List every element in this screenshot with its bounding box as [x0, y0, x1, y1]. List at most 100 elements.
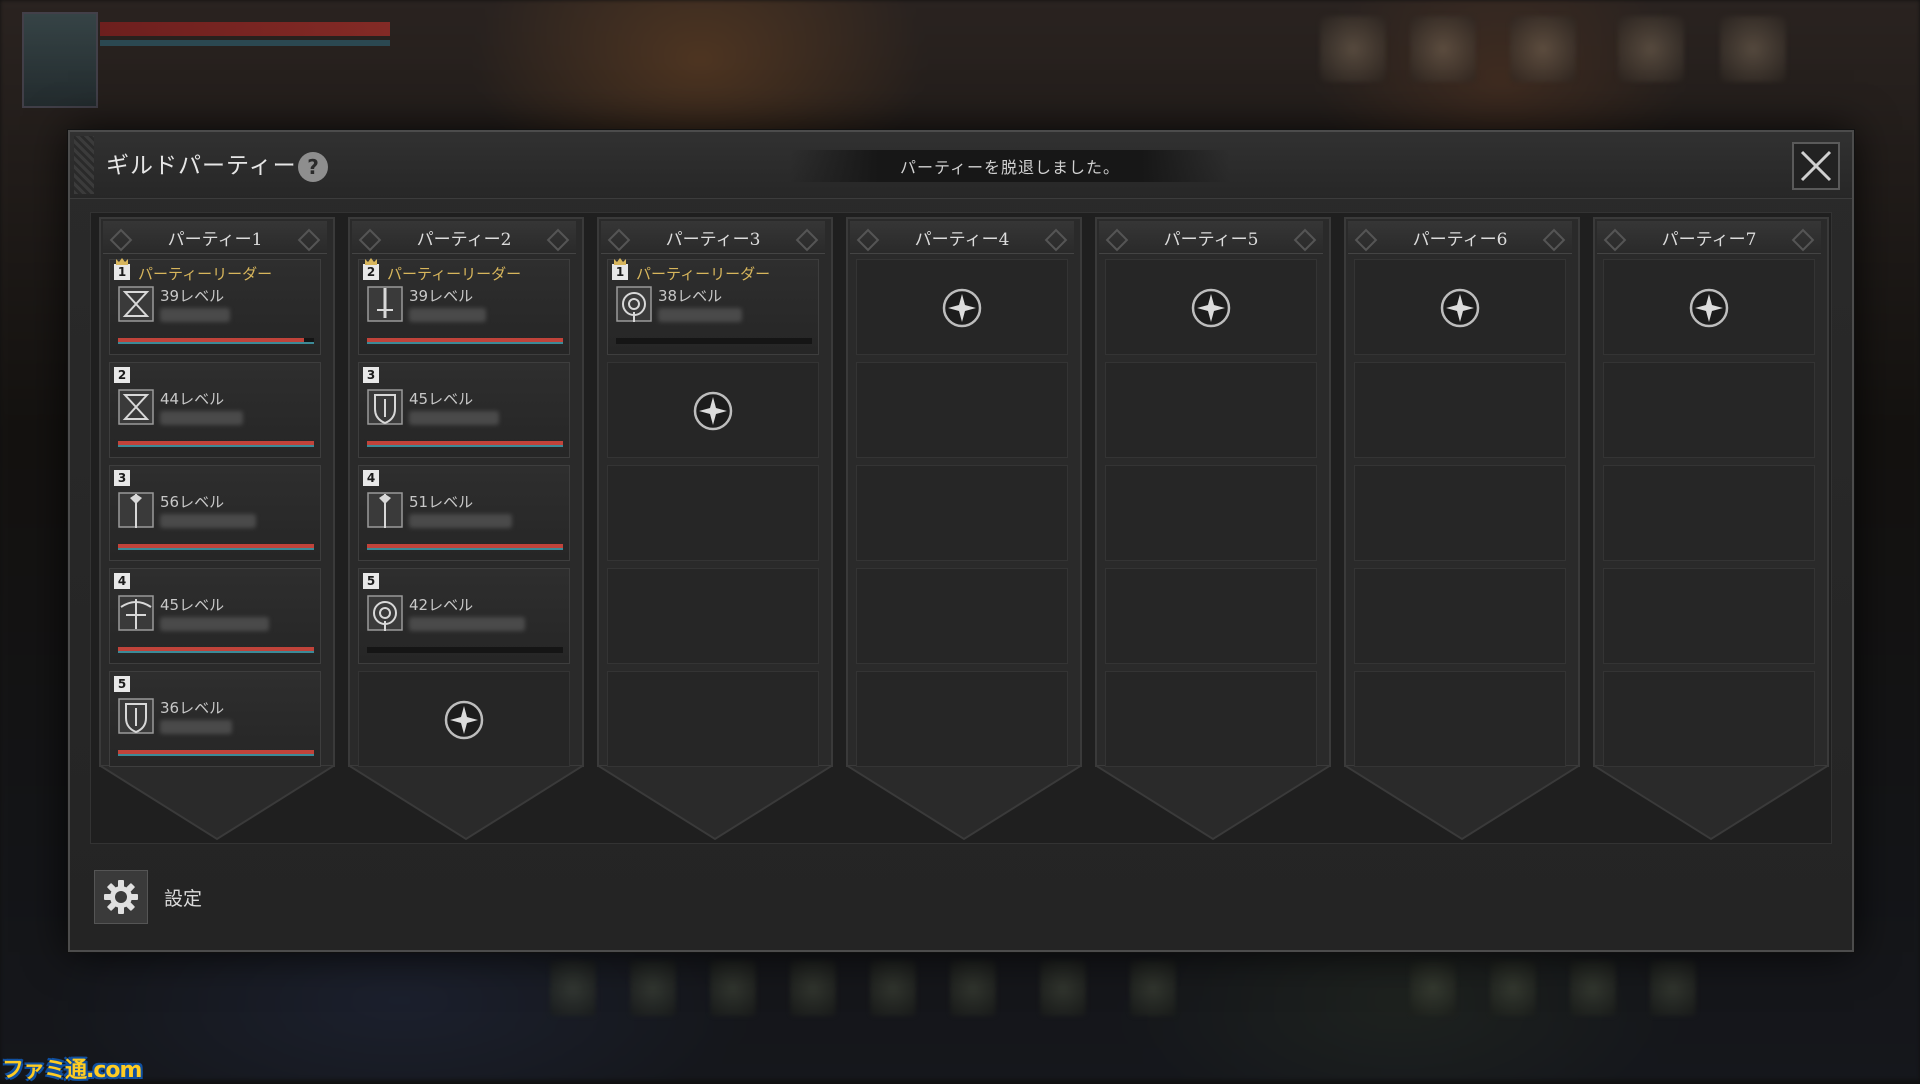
close-icon — [1800, 150, 1832, 182]
member-level: 56レベル — [160, 493, 225, 511]
party-header: パーティー5 — [1099, 221, 1323, 254]
member-level: 39レベル — [160, 287, 225, 305]
empty-member-slot — [856, 568, 1068, 664]
member-level: 45レベル — [409, 390, 474, 408]
party-column: パーティー7 — [1593, 217, 1829, 843]
member-name-redacted — [160, 308, 230, 322]
mp-fill — [118, 651, 314, 653]
party-member-slot[interactable]: 1 パーティーリーダー 38レベル — [607, 258, 819, 355]
party-member-slot[interactable]: 5 36レベル — [109, 671, 321, 767]
member-hp-bar — [367, 338, 563, 344]
member-name-redacted — [160, 617, 269, 631]
skill-slot — [550, 960, 596, 1016]
party-column: パーティー6 — [1344, 217, 1580, 843]
party-member-slot[interactable]: 1 パーティーリーダー 39レベル — [109, 258, 321, 355]
empty-member-slot — [1354, 671, 1566, 767]
header-ornament — [856, 228, 880, 252]
empty-member-slot — [1105, 465, 1317, 561]
add-member-button[interactable] — [1191, 288, 1231, 328]
empty-member-slot — [1105, 362, 1317, 458]
party-name: パーティー3 — [665, 229, 761, 250]
member-hp-bar — [367, 441, 563, 447]
add-member-button[interactable] — [1689, 288, 1729, 328]
party-member-slot[interactable]: 4 51レベル — [358, 465, 570, 561]
party-name: パーティー4 — [914, 229, 1010, 250]
help-icon[interactable]: ? — [298, 152, 328, 182]
member-hp-bar — [118, 647, 314, 653]
party-member-slot[interactable]: 2 44レベル — [109, 362, 321, 458]
banner-point — [1095, 765, 1331, 841]
crown-icon — [614, 258, 626, 265]
party-header: パーティー6 — [1348, 221, 1572, 254]
member-hp-bar — [118, 750, 314, 756]
party-leader-label: パーティーリーダー — [138, 265, 273, 283]
party-leader-label: パーティーリーダー — [636, 265, 771, 283]
header-ornament — [297, 228, 321, 252]
shield-class-icon — [118, 698, 154, 734]
mp-fill — [118, 754, 314, 756]
header-ornament — [607, 228, 631, 252]
slot-number: 1 — [114, 264, 130, 280]
party-name: パーティー2 — [416, 229, 512, 250]
member-name-redacted — [658, 308, 742, 322]
menu-icon — [1510, 16, 1576, 82]
header-ornament — [795, 228, 819, 252]
slot-number: 3 — [114, 470, 130, 486]
member-hp-bar — [118, 544, 314, 550]
empty-member-slot — [1354, 465, 1566, 561]
member-hp-bar — [118, 441, 314, 447]
header-ornament — [1105, 228, 1129, 252]
party-member-slot[interactable]: 3 45レベル — [358, 362, 570, 458]
add-member-button[interactable] — [444, 700, 484, 740]
party-header: パーティー4 — [850, 221, 1074, 254]
close-button[interactable] — [1792, 142, 1840, 190]
mp-fill — [367, 342, 563, 344]
orb-class-icon — [367, 595, 403, 631]
empty-member-slot — [856, 671, 1068, 767]
party-header: パーティー2 — [352, 221, 576, 254]
member-name-redacted — [409, 514, 512, 528]
orb-class-icon — [616, 286, 652, 322]
party-member-slot[interactable]: 4 45レベル — [109, 568, 321, 664]
empty-member-slot — [607, 362, 819, 458]
watermark-logo: ファミ通.com — [2, 1058, 142, 1083]
header-ornament — [74, 136, 94, 194]
party-member-slot[interactable]: 2 パーティーリーダー 39レベル — [358, 258, 570, 355]
add-member-button[interactable] — [1440, 288, 1480, 328]
member-level: 51レベル — [409, 493, 474, 511]
empty-member-slot — [856, 465, 1068, 561]
player-hp-bar — [100, 22, 390, 36]
empty-member-slot — [1105, 259, 1317, 355]
slot-number: 4 — [363, 470, 379, 486]
header-ornament — [1354, 228, 1378, 252]
banner-point — [846, 765, 1082, 841]
party-member-slot[interactable]: 5 42レベル — [358, 568, 570, 664]
empty-member-slot — [1603, 671, 1815, 767]
party-column: パーティー4 — [846, 217, 1082, 843]
member-hp-bar — [616, 338, 812, 344]
skill-slot — [710, 960, 756, 1016]
add-member-button[interactable] — [693, 391, 733, 431]
header-ornament — [358, 228, 382, 252]
header-ornament — [109, 228, 133, 252]
empty-member-slot — [1354, 568, 1566, 664]
member-level: 39レベル — [409, 287, 474, 305]
header-ornament — [1044, 228, 1068, 252]
skill-slot — [1570, 960, 1616, 1016]
settings-button[interactable] — [94, 870, 148, 924]
slot-number: 5 — [114, 676, 130, 692]
mp-fill — [118, 342, 314, 344]
player-portrait — [22, 12, 98, 108]
member-level: 44レベル — [160, 390, 225, 408]
add-member-button[interactable] — [942, 288, 982, 328]
slot-number: 4 — [114, 573, 130, 589]
empty-member-slot — [856, 259, 1068, 355]
member-hp-bar — [367, 544, 563, 550]
header-ornament — [1791, 228, 1815, 252]
menu-icon — [1410, 16, 1476, 82]
mp-fill — [118, 548, 314, 550]
empty-member-slot — [607, 568, 819, 664]
party-member-slot[interactable]: 3 56レベル — [109, 465, 321, 561]
hourglass-class-icon — [118, 389, 154, 425]
sword-class-icon — [367, 286, 403, 322]
